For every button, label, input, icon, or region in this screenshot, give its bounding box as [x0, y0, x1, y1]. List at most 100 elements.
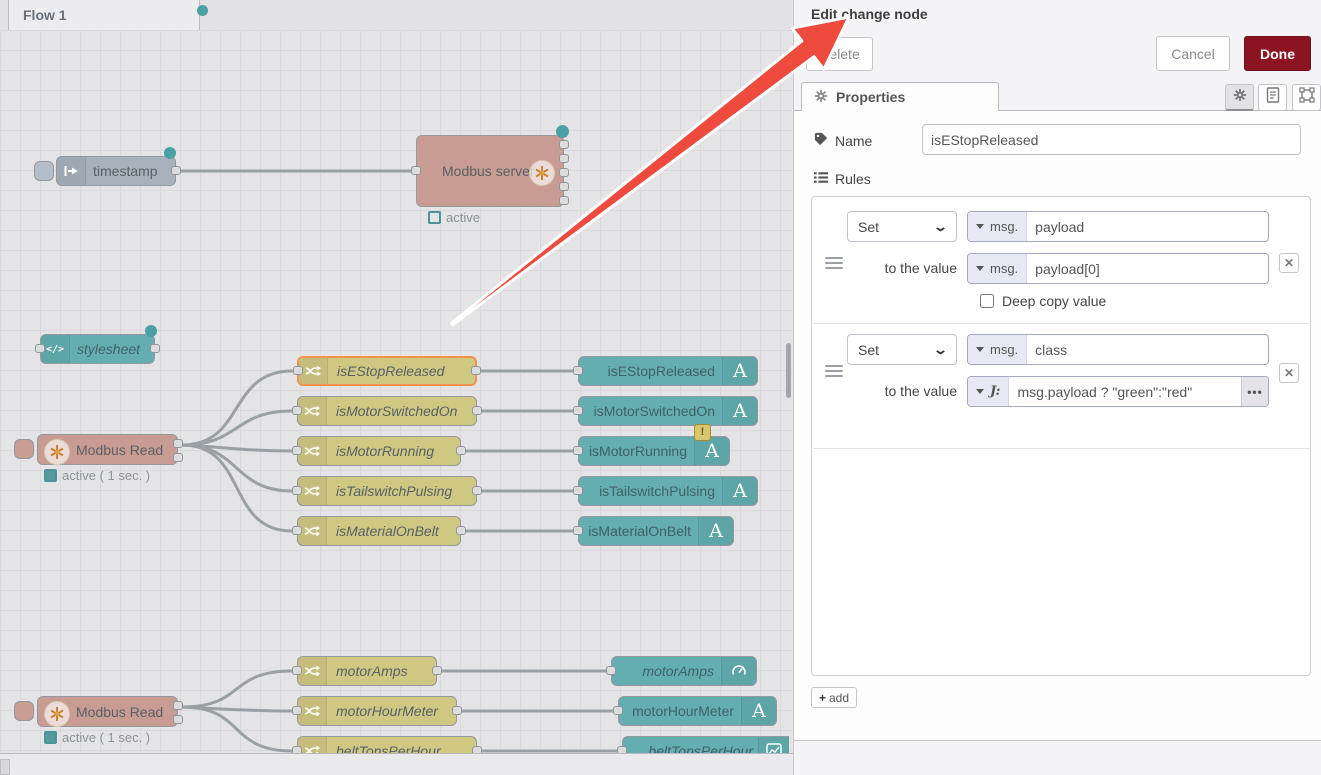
input-port[interactable] [573, 526, 583, 535]
input-port[interactable] [292, 666, 302, 675]
type-select-msg[interactable]: msg. [968, 335, 1027, 364]
rule2-property-typedinput[interactable]: msg. [967, 334, 1269, 365]
node-change-isEStopReleased[interactable]: isEStopReleased [297, 356, 477, 386]
rule2-property-input[interactable] [1027, 335, 1268, 364]
input-port[interactable] [35, 344, 45, 353]
output-port[interactable] [173, 701, 183, 710]
rule2-drag-handle[interactable] [825, 365, 843, 377]
output-port[interactable] [472, 486, 482, 495]
description-tool-button[interactable] [1258, 84, 1287, 111]
cancel-button[interactable]: Cancel [1156, 36, 1230, 71]
add-rule-button[interactable]: + add [811, 687, 857, 708]
wire[interactable] [182, 371, 292, 445]
output-port[interactable] [432, 666, 442, 675]
node-modbus-read-1[interactable]: Modbus Read [37, 434, 178, 465]
output-port[interactable] [173, 453, 183, 462]
delete-button[interactable]: Delete [806, 37, 873, 71]
output-port[interactable] [559, 168, 569, 177]
node-change-isMotorRunning[interactable]: isMotorRunning [297, 436, 461, 466]
rule1-action-select[interactable]: Set⌄ [847, 211, 957, 242]
change-shuffle-icon [299, 358, 328, 384]
node-change-motorHourMeter[interactable]: motorHourMeter [297, 696, 457, 726]
output-port[interactable] [456, 446, 466, 455]
node-ui-text-isMaterialOnBelt[interactable]: isMaterialOnBelt A [578, 516, 734, 546]
tab-flow-1[interactable]: Flow 1 [8, 0, 200, 30]
input-port[interactable] [292, 706, 302, 715]
rule2-remove-button[interactable]: ✕ [1279, 363, 1299, 383]
rule1-drag-handle[interactable] [825, 257, 843, 269]
node-ui-gauge-motorAmps[interactable]: motorAmps [611, 656, 757, 686]
input-port[interactable] [613, 706, 623, 715]
output-port[interactable] [471, 366, 481, 375]
rule-separator [813, 448, 1310, 449]
output-port[interactable] [559, 182, 569, 191]
tab-properties[interactable]: Properties [801, 82, 999, 111]
expand-expression-button[interactable]: ••• [1241, 377, 1268, 406]
caret-down-icon [976, 224, 984, 229]
vertical-scrollbar[interactable] [786, 343, 791, 398]
input-port[interactable] [292, 406, 302, 415]
node-change-motorAmps[interactable]: motorAmps [297, 656, 437, 686]
wire[interactable] [182, 411, 292, 445]
node-ui-text-motorHourMeter[interactable]: motorHourMeter A [618, 696, 777, 726]
output-port[interactable] [173, 439, 183, 448]
rule2-value-input[interactable] [1009, 377, 1241, 406]
rule1-property-input[interactable] [1027, 212, 1268, 241]
node-modbus-server[interactable]: Modbus server [416, 135, 564, 207]
node-button[interactable] [14, 439, 34, 459]
output-port[interactable] [559, 154, 569, 163]
name-input[interactable] [922, 124, 1301, 155]
output-port[interactable] [171, 166, 181, 175]
inject-button[interactable] [34, 161, 54, 181]
wire[interactable] [182, 707, 292, 751]
wire[interactable] [182, 445, 292, 531]
rule2-value-typedinput[interactable]: J: ••• [967, 376, 1269, 407]
rule1-remove-button[interactable]: ✕ [1279, 253, 1299, 273]
rule1-value-input[interactable] [1027, 254, 1268, 283]
input-port[interactable] [573, 406, 583, 415]
type-select-msg[interactable]: msg. [968, 212, 1027, 241]
input-port[interactable] [293, 366, 303, 375]
node-ui-text-isTailswitchPulsing[interactable]: isTailswitchPulsing A [578, 476, 758, 506]
appearance-tool-button[interactable] [1292, 84, 1321, 111]
input-port[interactable] [292, 526, 302, 535]
type-select-msg[interactable]: msg. [968, 254, 1027, 283]
node-inject-timestamp[interactable]: timestamp [56, 156, 176, 186]
wire[interactable] [182, 671, 292, 707]
type-select-expression[interactable]: J: [968, 377, 1009, 406]
flow-canvas[interactable]: timestamp Modbus server active [0, 30, 791, 753]
change-shuffle-icon [298, 397, 327, 425]
output-port[interactable] [559, 140, 569, 149]
node-ui-text-isMotorSwitchedOn[interactable]: isMotorSwitchedOn A [578, 396, 758, 426]
output-port[interactable] [456, 526, 466, 535]
deep-copy-checkbox[interactable] [980, 294, 994, 308]
output-port[interactable] [472, 406, 482, 415]
input-port[interactable] [292, 486, 302, 495]
zoom-toolbar-icon[interactable] [0, 759, 10, 775]
rule2-action-select[interactable]: Set⌄ [847, 334, 957, 365]
node-ui-text-isEStopReleased[interactable]: isEStopReleased A [578, 356, 758, 386]
output-port[interactable] [452, 706, 462, 715]
node-template-stylesheet[interactable]: </> stylesheet [40, 334, 155, 364]
input-port[interactable] [573, 446, 583, 455]
node-modbus-read-2[interactable]: Modbus Read [37, 696, 178, 727]
input-port[interactable] [573, 486, 583, 495]
rule1-value-typedinput[interactable]: msg. [967, 253, 1269, 284]
input-port[interactable] [606, 666, 616, 675]
node-change-isTailswitchPulsing[interactable]: isTailswitchPulsing [297, 476, 477, 506]
node-change-isMotorSwitchedOn[interactable]: isMotorSwitchedOn [297, 396, 477, 426]
input-port[interactable] [573, 366, 583, 375]
input-port[interactable] [292, 446, 302, 455]
node-label: isMotorSwitchedOn [594, 397, 715, 425]
input-port[interactable] [411, 166, 421, 175]
done-button[interactable]: Done [1244, 36, 1311, 71]
output-port[interactable] [559, 196, 569, 205]
node-button[interactable] [14, 701, 34, 721]
output-port[interactable] [150, 344, 160, 353]
flow-workspace: Flow 1 [0, 0, 793, 775]
properties-tool-button[interactable] [1225, 84, 1254, 111]
node-ui-text-isMotorRunning[interactable]: isMotorRunning A ! [578, 436, 730, 466]
rule1-property-typedinput[interactable]: msg. [967, 211, 1269, 242]
node-change-isMaterialOnBelt[interactable]: isMaterialOnBelt [297, 516, 461, 546]
output-port[interactable] [173, 715, 183, 724]
